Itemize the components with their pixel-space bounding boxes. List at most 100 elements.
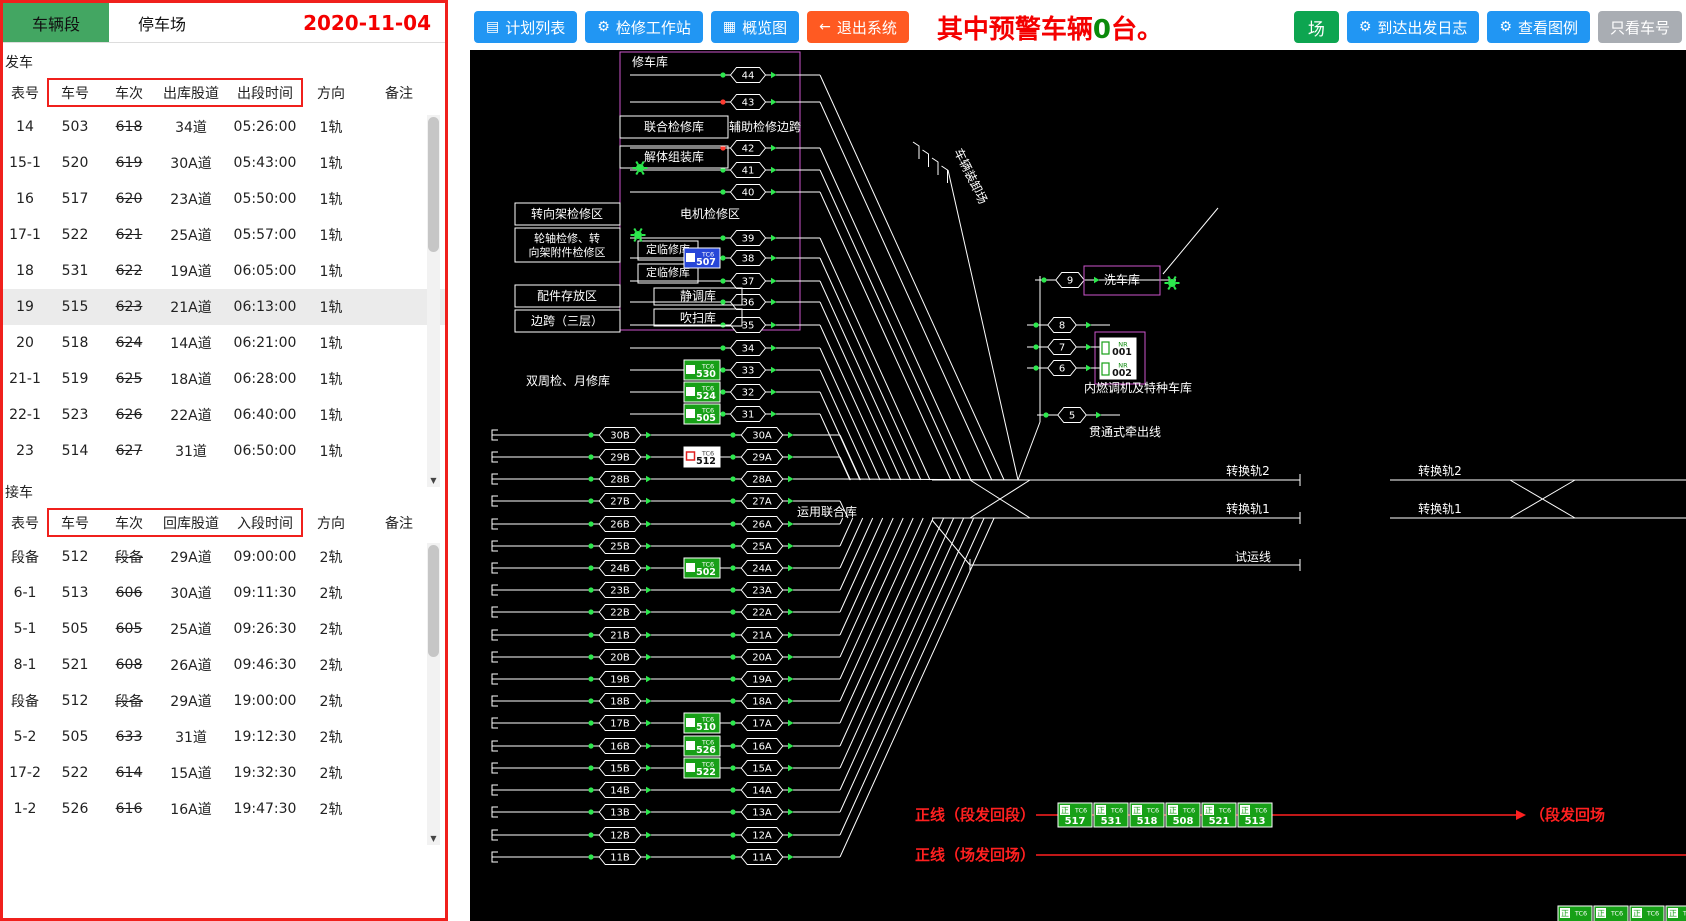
- direction-arrow-icon: [788, 676, 794, 682]
- table-row[interactable]: 2351462731道06:50:001轨: [3, 433, 445, 469]
- table-cell: 15A道: [155, 763, 227, 783]
- train-marker[interactable]: TC6502: [684, 558, 720, 578]
- maintenance-workstation-button[interactable]: ⚙检修工作站: [585, 11, 703, 43]
- train-marker[interactable]: TC6530: [684, 360, 720, 380]
- mainline-train-marker[interactable]: 正TC6: [1594, 906, 1628, 921]
- direction-arrow-icon: [788, 765, 794, 771]
- direction-arrow-icon: [788, 698, 794, 704]
- mainline-train-marker[interactable]: 正TC6518: [1130, 803, 1164, 827]
- depart-scrollbar[interactable]: ▼: [427, 115, 440, 487]
- mainline-train-marker[interactable]: 正TC6: [1630, 906, 1664, 921]
- mainline-train-marker[interactable]: 正TC6513: [1238, 803, 1272, 827]
- signal-dot: [588, 787, 593, 792]
- table-row[interactable]: 15-152061930A道05:43:001轨: [3, 145, 445, 181]
- direction-arrow-icon: [771, 322, 777, 328]
- mainline-train-marker[interactable]: 正TC6517: [1058, 803, 1092, 827]
- table-row[interactable]: 1853162219A道06:05:001轨: [3, 253, 445, 289]
- mainline-train-marker[interactable]: 正TC6508: [1166, 803, 1200, 827]
- table-cell: 19:00:00: [227, 693, 303, 709]
- table-cell: 06:40:00: [227, 407, 303, 423]
- tab-parking-lot[interactable]: 停车场: [109, 3, 215, 42]
- scrollbar-thumb[interactable]: [428, 545, 439, 657]
- table-row[interactable]: 1651762023A道05:50:001轨: [3, 181, 445, 217]
- train-marker[interactable]: TC6505: [684, 404, 720, 424]
- signal-dot: [730, 476, 735, 481]
- mainline-train-marker[interactable]: 正TC6531: [1094, 803, 1128, 827]
- direction-arrow-icon: [646, 854, 652, 860]
- track-number: 15B: [610, 764, 630, 775]
- table-cell: 1轨: [303, 189, 359, 209]
- table-cell: 1-2: [3, 801, 47, 817]
- table-row[interactable]: 5-150560525A道09:26:302轨: [3, 611, 445, 647]
- train-marker[interactable]: NR002: [1100, 359, 1136, 379]
- table-cell: 513: [47, 585, 103, 601]
- track-number: 30B: [610, 431, 630, 442]
- table-row[interactable]: 17-152262125A道05:57:001轨: [3, 217, 445, 253]
- signal-dot: [588, 565, 593, 570]
- signal-dot: [720, 389, 725, 394]
- signal-dot: [588, 720, 593, 725]
- scroll-down-arrow[interactable]: ▼: [427, 832, 440, 845]
- diagram-label: 运用联合库: [797, 504, 857, 519]
- signal-dot: [588, 476, 593, 481]
- scrollbar-thumb[interactable]: [428, 117, 439, 252]
- arrive-depart-log-button[interactable]: ⚙到达出发日志: [1347, 11, 1480, 43]
- direction-arrow-icon: [788, 743, 794, 749]
- track-line: [820, 148, 971, 480]
- table-header-row: 表号车号车次回库股道入段时间方向备注: [3, 507, 445, 539]
- table-row[interactable]: 2051862414A道06:21:001轨: [3, 325, 445, 361]
- table-cell: 626: [103, 407, 155, 423]
- table-row[interactable]: 段备512段备29A道09:00:002轨: [3, 539, 445, 575]
- yard-button[interactable]: 场: [1294, 11, 1339, 43]
- tab-depot[interactable]: 车辆段: [3, 3, 109, 42]
- table-cell: 623: [103, 299, 155, 315]
- grid-icon: ▦: [723, 20, 736, 34]
- table-row[interactable]: 17-252261415A道19:32:302轨: [3, 755, 445, 791]
- plan-list-button[interactable]: ▤计划列表: [474, 11, 577, 43]
- table-cell: 30A道: [155, 153, 227, 173]
- direction-arrow-icon: [788, 476, 794, 482]
- train-marker[interactable]: TC6510: [684, 713, 720, 733]
- arrive-scrollbar[interactable]: ▼: [427, 543, 440, 845]
- track-line: [932, 520, 970, 565]
- signal-dot: [1033, 344, 1038, 349]
- train-marker[interactable]: TC6526: [684, 736, 720, 756]
- track-number: 38: [742, 254, 755, 265]
- arrive-section-label: 接车: [3, 473, 445, 507]
- column-header: 备注: [359, 83, 439, 103]
- table-row[interactable]: 22-152362622A道06:40:001轨: [3, 397, 445, 433]
- overview-button[interactable]: ▦概览图: [711, 11, 799, 43]
- table-row[interactable]: 段备512段备29A道19:00:002轨: [3, 683, 445, 719]
- train-marker[interactable]: NR001: [1100, 338, 1136, 358]
- svg-text:TC6: TC6: [1574, 910, 1587, 918]
- table-row[interactable]: 1450361834道05:26:001轨: [3, 109, 445, 145]
- table-cell: 2轨: [303, 799, 359, 819]
- track-number: 15A: [752, 764, 772, 775]
- train-marker[interactable]: TC6507: [684, 248, 720, 268]
- signal-dot: [588, 832, 593, 837]
- train-marker[interactable]: TC6522: [684, 758, 720, 778]
- only-train-number-button[interactable]: 只看车号: [1598, 11, 1682, 43]
- signal-dot: [588, 521, 593, 526]
- table-cell: 30A道: [155, 583, 227, 603]
- table-row[interactable]: 8-152160826A道09:46:302轨: [3, 647, 445, 683]
- track-number: 21A: [752, 631, 772, 642]
- table-row[interactable]: 1-252661616A道19:47:302轨: [3, 791, 445, 827]
- loading-hook-track: [923, 150, 929, 167]
- table-cell: 619: [103, 155, 155, 171]
- view-legend-button[interactable]: ⚙查看图例: [1487, 11, 1590, 43]
- exit-system-button[interactable]: ←退出系统: [807, 11, 909, 43]
- mainline-train-marker[interactable]: 正TC6: [1558, 906, 1592, 921]
- table-row[interactable]: 21-151962518A道06:28:001轨: [3, 361, 445, 397]
- track-number: 26A: [752, 520, 772, 531]
- table-row[interactable]: 5-250563331道19:12:302轨: [3, 719, 445, 755]
- track-line: [840, 518, 853, 546]
- table-row[interactable]: 6-151360630A道09:11:302轨: [3, 575, 445, 611]
- train-marker[interactable]: TC6524: [684, 382, 720, 402]
- scroll-down-arrow[interactable]: ▼: [427, 474, 440, 487]
- mainline-train-marker[interactable]: 正TC6: [1666, 906, 1686, 921]
- track-line: [840, 518, 933, 723]
- train-marker[interactable]: TC6512: [684, 447, 720, 467]
- mainline-train-marker[interactable]: 正TC6521: [1202, 803, 1236, 827]
- table-row[interactable]: 1951562321A道06:13:001轨: [3, 289, 445, 325]
